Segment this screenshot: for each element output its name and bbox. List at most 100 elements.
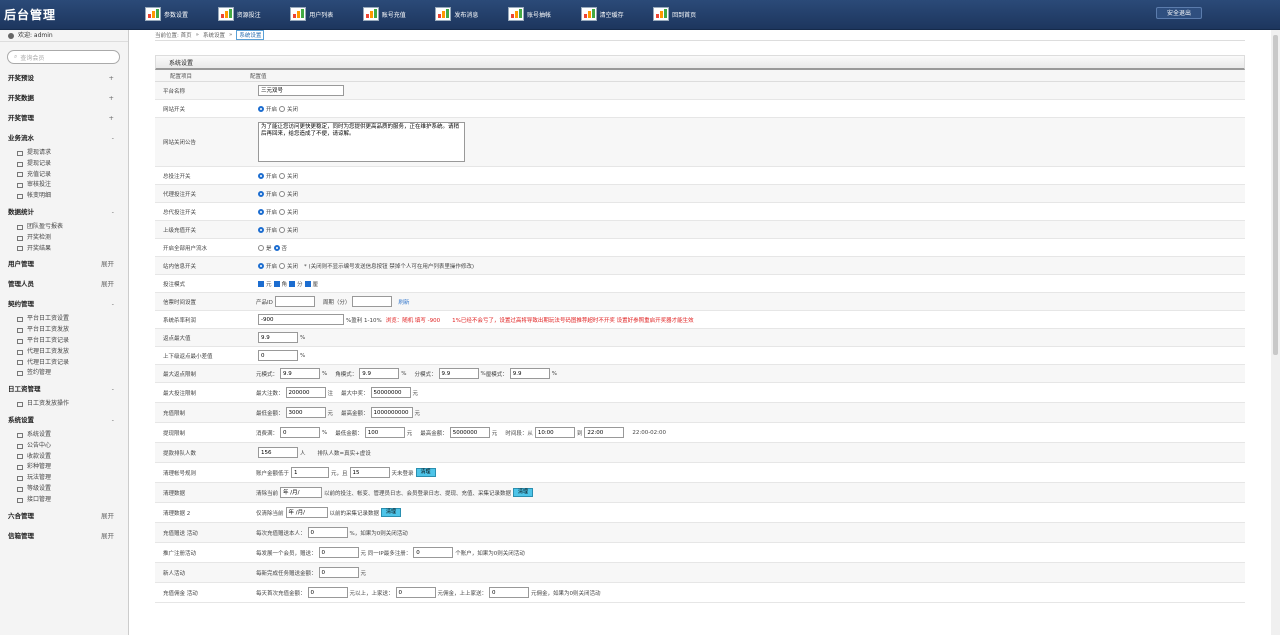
- topnav-item[interactable]: 回到首页: [653, 5, 726, 23]
- sidebar-section[interactable]: 开奖管理 +: [0, 108, 128, 128]
- min-withdraw-input[interactable]: 100: [364, 427, 405, 438]
- close-notice-textarea[interactable]: 为了能让您访问更快更稳定，同时为您提供更高品质的服务，正在维护系统。请稍后再回来…: [258, 122, 465, 162]
- time-from-input[interactable]: 10:00: [534, 427, 575, 438]
- rebate-min-diff-input[interactable]: 0: [258, 350, 298, 361]
- sidebar-section[interactable]: 系统设置 -: [0, 410, 128, 430]
- msg-on-radio[interactable]: [258, 262, 264, 269]
- max-bet-count-input[interactable]: 200000: [285, 387, 326, 398]
- total-agent-off-radio[interactable]: [279, 208, 286, 215]
- sidebar-item[interactable]: 签约管理: [0, 368, 128, 379]
- sidebar-section[interactable]: 六合管理 展开: [0, 506, 128, 526]
- member-search-input[interactable]: ⌕ 查询会员: [7, 50, 120, 64]
- topnav-item[interactable]: 用户列表: [290, 5, 363, 23]
- sidebar-item[interactable]: 代理日工资记录: [0, 358, 128, 369]
- refresh-link[interactable]: 刷新: [398, 298, 409, 306]
- sidebar-section[interactable]: 开奖预设 +: [0, 68, 128, 88]
- sidebar-item[interactable]: 帐变明细: [0, 191, 128, 202]
- sidebar-item[interactable]: 平台日工资发放: [0, 325, 128, 336]
- sidebar-item[interactable]: 提现请求: [0, 148, 128, 159]
- sidebar-section[interactable]: 数据统计 -: [0, 202, 128, 222]
- logout-button[interactable]: 安全退出: [1156, 7, 1202, 19]
- promo-ip-input[interactable]: 0: [413, 547, 454, 558]
- msg-off-radio[interactable]: [279, 262, 286, 269]
- product-id-input[interactable]: [274, 296, 315, 307]
- topnav-item[interactable]: 清空缓存: [580, 5, 654, 23]
- sidebar-item[interactable]: 日工资发放操作: [0, 399, 128, 410]
- min-recharge-input[interactable]: 3000: [285, 407, 326, 418]
- mode-jiao-input[interactable]: 9.9: [359, 368, 400, 379]
- sidebar-item[interactable]: 团队盈亏报表: [0, 222, 128, 233]
- days-input[interactable]: 15: [349, 467, 390, 478]
- sidebar-section[interactable]: 业务流水 -: [0, 128, 128, 148]
- total-agent-on-radio[interactable]: [258, 208, 264, 215]
- newbie-input[interactable]: 0: [318, 567, 359, 578]
- breadcrumb-parent[interactable]: 系统设置: [203, 31, 225, 39]
- period-input[interactable]: [352, 296, 393, 307]
- recharge-on-radio[interactable]: [258, 226, 264, 233]
- max-withdraw-input[interactable]: 5000000: [449, 427, 490, 438]
- sidebar-section[interactable]: 信箱管理 展开: [0, 526, 128, 546]
- section-toggle[interactable]: +: [109, 68, 114, 88]
- section-toggle[interactable]: 展开: [101, 526, 114, 546]
- flow-no-radio[interactable]: [273, 244, 280, 251]
- site-off-radio[interactable]: [279, 105, 286, 112]
- agent-bet-off-radio[interactable]: [279, 190, 286, 197]
- sidebar-item[interactable]: 等级设置: [0, 484, 128, 495]
- sidebar-item[interactable]: 系统设置: [0, 430, 128, 441]
- mode-yuan-checkbox[interactable]: [258, 280, 264, 287]
- flow-yes-radio[interactable]: [258, 244, 264, 251]
- mode-fen-checkbox[interactable]: [289, 280, 296, 287]
- topnav-item[interactable]: 发布消息: [435, 5, 508, 23]
- sidebar-item[interactable]: 代理日工资发放: [0, 347, 128, 358]
- mode-li-input[interactable]: 9.9: [509, 368, 550, 379]
- agent-bet-on-radio[interactable]: [258, 190, 264, 197]
- sidebar-item[interactable]: 玩法管理: [0, 473, 128, 484]
- sidebar-item[interactable]: 公告中心: [0, 441, 128, 452]
- queue-count-input[interactable]: 156: [258, 447, 298, 458]
- bet-on-radio[interactable]: [258, 172, 264, 179]
- commission-a-input[interactable]: 0: [307, 587, 348, 598]
- clean-data-2-button[interactable]: 清理: [381, 508, 402, 517]
- mode-li-checkbox[interactable]: [304, 280, 311, 287]
- scrollbar[interactable]: [1271, 30, 1280, 635]
- max-win-input[interactable]: 50000000: [370, 387, 411, 398]
- recharge-promo-input[interactable]: 0: [307, 527, 348, 538]
- sidebar-section[interactable]: 契约管理 -: [0, 294, 128, 314]
- sidebar-item[interactable]: 接口管理: [0, 495, 128, 506]
- sidebar-section[interactable]: 管理人员 展开: [0, 274, 128, 294]
- time-to-input[interactable]: 22:00: [584, 427, 625, 438]
- mode-fen-input[interactable]: 9.9: [438, 368, 479, 379]
- kill-ratio-input[interactable]: -900: [258, 314, 344, 325]
- section-toggle[interactable]: -: [112, 410, 114, 430]
- clean-date-2-input[interactable]: 年 /月/: [285, 507, 328, 518]
- section-toggle[interactable]: 展开: [101, 506, 114, 526]
- clean-data-button[interactable]: 清理: [513, 488, 534, 497]
- section-toggle[interactable]: +: [109, 88, 114, 108]
- mode-yuan-input[interactable]: 9.9: [280, 368, 321, 379]
- sidebar-item[interactable]: 审核投注: [0, 180, 128, 191]
- section-toggle[interactable]: -: [112, 379, 114, 399]
- sidebar-item[interactable]: 提现记录: [0, 159, 128, 170]
- commission-b-input[interactable]: 0: [395, 587, 436, 598]
- sidebar-section[interactable]: 用户管理 展开: [0, 254, 128, 274]
- section-toggle[interactable]: -: [112, 294, 114, 314]
- breadcrumb-current[interactable]: 系统设置: [236, 30, 265, 40]
- commission-c-input[interactable]: 0: [489, 587, 530, 598]
- max-recharge-input[interactable]: 1000000000: [370, 407, 413, 418]
- mode-jiao-checkbox[interactable]: [273, 280, 280, 287]
- clean-account-button[interactable]: 清理: [415, 468, 436, 477]
- section-toggle[interactable]: -: [112, 128, 114, 148]
- scrollbar-thumb[interactable]: [1273, 35, 1278, 355]
- sidebar-section[interactable]: 日工资管理 -: [0, 379, 128, 399]
- site-on-radio[interactable]: [258, 105, 264, 112]
- section-toggle[interactable]: -: [112, 202, 114, 222]
- topnav-item[interactable]: 参数设置: [145, 5, 218, 23]
- sidebar-item[interactable]: 平台日工资设置: [0, 314, 128, 325]
- topnav-item[interactable]: 账号抽帐: [507, 5, 581, 23]
- section-toggle[interactable]: 展开: [101, 254, 114, 274]
- promo-gift-input[interactable]: 0: [318, 547, 359, 558]
- sidebar-item[interactable]: 彩种管理: [0, 462, 128, 473]
- bet-off-radio[interactable]: [279, 172, 286, 179]
- sidebar-item[interactable]: 开奖检测: [0, 233, 128, 244]
- sidebar-item[interactable]: 充值记录: [0, 170, 128, 181]
